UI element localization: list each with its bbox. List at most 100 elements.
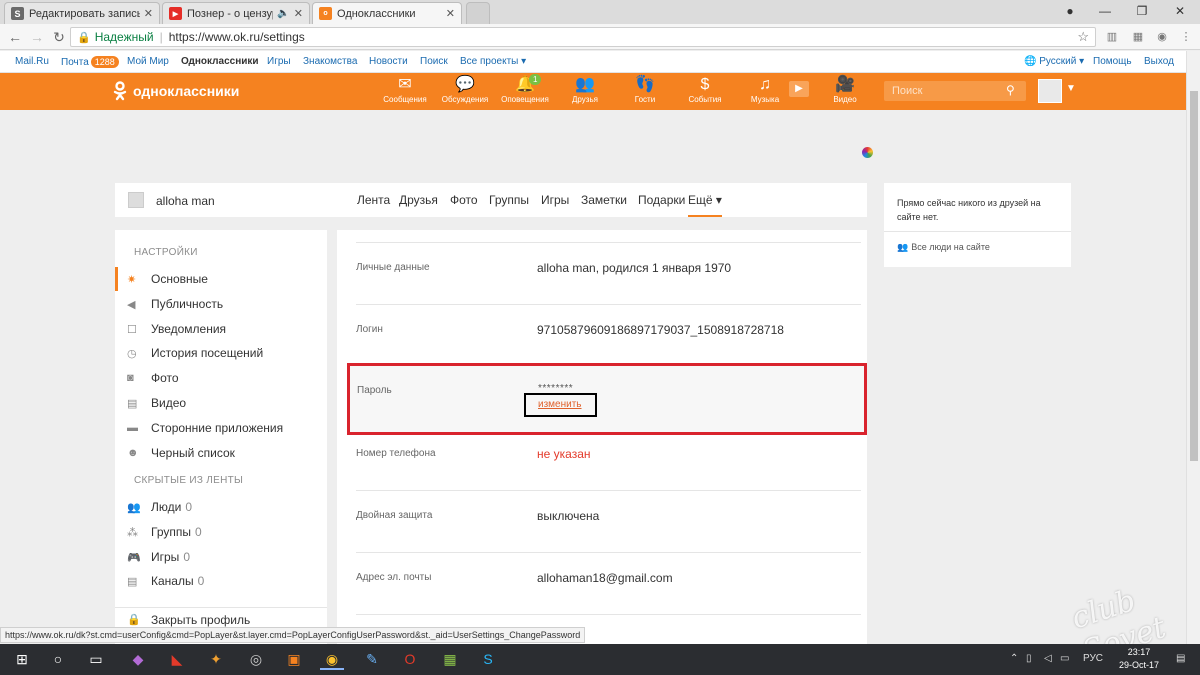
app-3-icon[interactable]: ✦ <box>204 648 228 670</box>
forward-icon[interactable]: → <box>28 28 46 46</box>
portal-link-news[interactable]: Новости <box>369 56 408 67</box>
tab-photos[interactable]: Фото <box>450 193 478 207</box>
settings-row-personal[interactable]: Личные данные alloha man, родился 1 янва… <box>356 242 861 304</box>
ok-logo[interactable]: одноклассники <box>113 81 239 101</box>
settings-row-login[interactable]: Логин 971058796091868971790​37_150891872… <box>356 304 861 366</box>
tab-games[interactable]: Игры <box>541 193 569 207</box>
nav-notifications[interactable]: 🔔 1 Оповещения <box>497 74 553 105</box>
extension-3-icon[interactable]: ◉ <box>1154 29 1170 45</box>
sidebar-item-history[interactable]: ◷ История посещений <box>115 341 327 365</box>
user-avatar[interactable] <box>1038 79 1062 103</box>
profile-icon[interactable]: ● <box>1050 0 1090 22</box>
menu-icon[interactable]: ⋮ <box>1178 29 1194 45</box>
close-icon[interactable]: ✕ <box>442 7 455 20</box>
sidebar-item-hidden-games[interactable]: 🎮 Игры 0 <box>115 545 327 569</box>
nav-discussions[interactable]: 💬 Обсуждения <box>437 75 493 105</box>
taskbar-clock[interactable]: 23:17 29-Oct-17 <box>1116 646 1162 672</box>
sidebar-item-hidden-groups[interactable]: ⁂ Группы 0 <box>115 520 327 544</box>
portal-link-search[interactable]: Поиск <box>420 56 448 67</box>
profile-avatar[interactable] <box>128 192 144 208</box>
opera-icon[interactable]: O <box>398 648 422 670</box>
portal-link-mailru[interactable]: Mail.Ru <box>15 56 49 67</box>
sidebar-item-video[interactable]: ▤ Видео <box>115 391 327 415</box>
page-scrollbar[interactable] <box>1186 51 1200 644</box>
portal-link-mail[interactable]: Почта 1288 <box>61 56 119 68</box>
all-people-link[interactable]: 👥 Все люди на сайте <box>897 242 990 253</box>
search-icon[interactable]: ⚲ <box>1006 83 1015 97</box>
close-icon[interactable]: ✕ <box>290 7 303 20</box>
sidebar-item-notifications[interactable]: ☐ Уведомления <box>115 317 327 341</box>
scrollbar-thumb[interactable] <box>1190 91 1198 461</box>
chevron-down-icon[interactable]: ▼ <box>1066 83 1076 94</box>
sidebar-item-apps[interactable]: ▬ Сторонние приложения <box>115 416 327 440</box>
app-1-icon[interactable]: ◆ <box>126 648 150 670</box>
app-5-icon[interactable]: ▣ <box>282 648 306 670</box>
speaker-icon[interactable]: 🔈 <box>277 8 289 19</box>
tab-notes[interactable]: Заметки <box>581 193 627 207</box>
browser-tab-1[interactable]: S Редактировать запись ✕ <box>4 2 160 24</box>
reload-icon[interactable]: ↻ <box>50 28 68 46</box>
settings-row-email[interactable]: Адрес эл. почты allohaman18@gmail.com <box>356 552 861 614</box>
nav-music[interactable]: ♫ Музыка <box>737 75 793 105</box>
sidebar-item-blacklist[interactable]: ☻ Черный список <box>115 441 327 465</box>
tray-network-icon[interactable]: ▯ <box>1026 653 1032 664</box>
app-4-icon[interactable]: ◎ <box>244 648 268 670</box>
sidebar-item-general[interactable]: ✷ Основные <box>115 267 327 291</box>
task-view-icon[interactable]: ▭ <box>84 648 108 670</box>
extension-2-icon[interactable]: ▦ <box>1130 29 1146 45</box>
windows-start-icon[interactable]: ⊞ <box>10 648 34 670</box>
new-tab-button[interactable] <box>466 2 490 24</box>
address-bar[interactable]: 🔒 Надежный | https://www.ok.ru/settings … <box>70 27 1096 47</box>
portal-link-dating[interactable]: Знакомства <box>303 56 357 67</box>
sidebar-item-hidden-channels[interactable]: ▤ Каналы 0 <box>115 569 327 593</box>
notifications-icon[interactable]: ▤ <box>1176 653 1185 664</box>
portal-link-projects[interactable]: Все проекты ▾ <box>460 56 526 67</box>
browser-tab-2[interactable]: ▶ Познер - о цензуре, 🔈 ✕ <box>162 2 310 24</box>
music-play-button[interactable]: ▶ <box>789 75 809 97</box>
settings-row-phone[interactable]: Номер телефона не указан <box>356 428 861 490</box>
change-password-link[interactable]: изменить <box>538 399 582 410</box>
tray-up-icon[interactable]: ⌃ <box>1010 653 1018 664</box>
extension-1-icon[interactable]: ▥ <box>1104 29 1120 45</box>
apps-icon: ▬ <box>127 422 138 434</box>
search-icon[interactable]: ○ <box>46 648 70 670</box>
sidebar-item-photo[interactable]: ◙ Фото <box>115 366 327 390</box>
acrobat-icon[interactable]: ◣ <box>165 648 189 670</box>
nav-messages[interactable]: ✉ Сообщения <box>377 75 433 105</box>
nav-friends[interactable]: 👥 Друзья <box>557 75 613 105</box>
tray-battery-icon[interactable]: ▭ <box>1060 653 1069 664</box>
chrome-icon[interactable]: ◉ <box>320 648 344 670</box>
language-selector[interactable]: 🌐 Русский ▾ <box>1024 56 1084 67</box>
restore-icon[interactable]: ❐ <box>1122 0 1162 22</box>
nav-events[interactable]: $ События <box>677 75 733 105</box>
sidebar-item-publicity[interactable]: ◀ Публичность <box>115 292 327 316</box>
bookmark-star-icon[interactable]: ☆ <box>1077 29 1089 45</box>
app-7-icon[interactable]: ✎ <box>360 648 384 670</box>
portal-link-mymir[interactable]: Мой Мир <box>127 56 169 67</box>
app-9-icon[interactable]: ▦ <box>438 648 462 670</box>
settings-row-2fa[interactable]: Двойная защита выключена <box>356 490 861 552</box>
input-language[interactable]: РУС <box>1083 653 1103 664</box>
skype-icon[interactable]: S <box>476 648 500 670</box>
help-link[interactable]: Помощь <box>1093 56 1132 67</box>
password-row-highlight[interactable]: Пароль ******** <box>347 363 867 435</box>
portal-link-games[interactable]: Игры <box>267 56 291 67</box>
minimize-icon[interactable]: — <box>1085 0 1125 22</box>
close-icon[interactable]: ✕ <box>140 7 153 20</box>
tray-volume-icon[interactable]: ◁ <box>1044 653 1052 664</box>
tab-friends[interactable]: Друзья <box>399 193 438 207</box>
back-icon[interactable]: ← <box>6 28 24 46</box>
logout-link[interactable]: Выход <box>1144 56 1174 67</box>
portal-link-ok[interactable]: Одноклассники <box>181 56 259 67</box>
header-search-input[interactable] <box>884 81 1026 101</box>
nav-guests[interactable]: 👣 Гости <box>617 75 673 105</box>
window-close-icon[interactable]: ✕ <box>1160 0 1200 22</box>
tab-feed[interactable]: Лента <box>357 193 390 207</box>
profile-name[interactable]: alloha man <box>156 194 215 208</box>
tab-groups[interactable]: Группы <box>489 193 529 207</box>
tab-gifts[interactable]: Подарки <box>638 193 685 207</box>
sidebar-item-hidden-people[interactable]: 👥 Люди 0 <box>115 495 327 519</box>
tab-more[interactable]: Ещё ▾ <box>688 193 722 217</box>
nav-video[interactable]: 🎥 Видео <box>817 75 873 105</box>
browser-tab-3[interactable]: o Одноклассники ✕ <box>312 2 462 24</box>
